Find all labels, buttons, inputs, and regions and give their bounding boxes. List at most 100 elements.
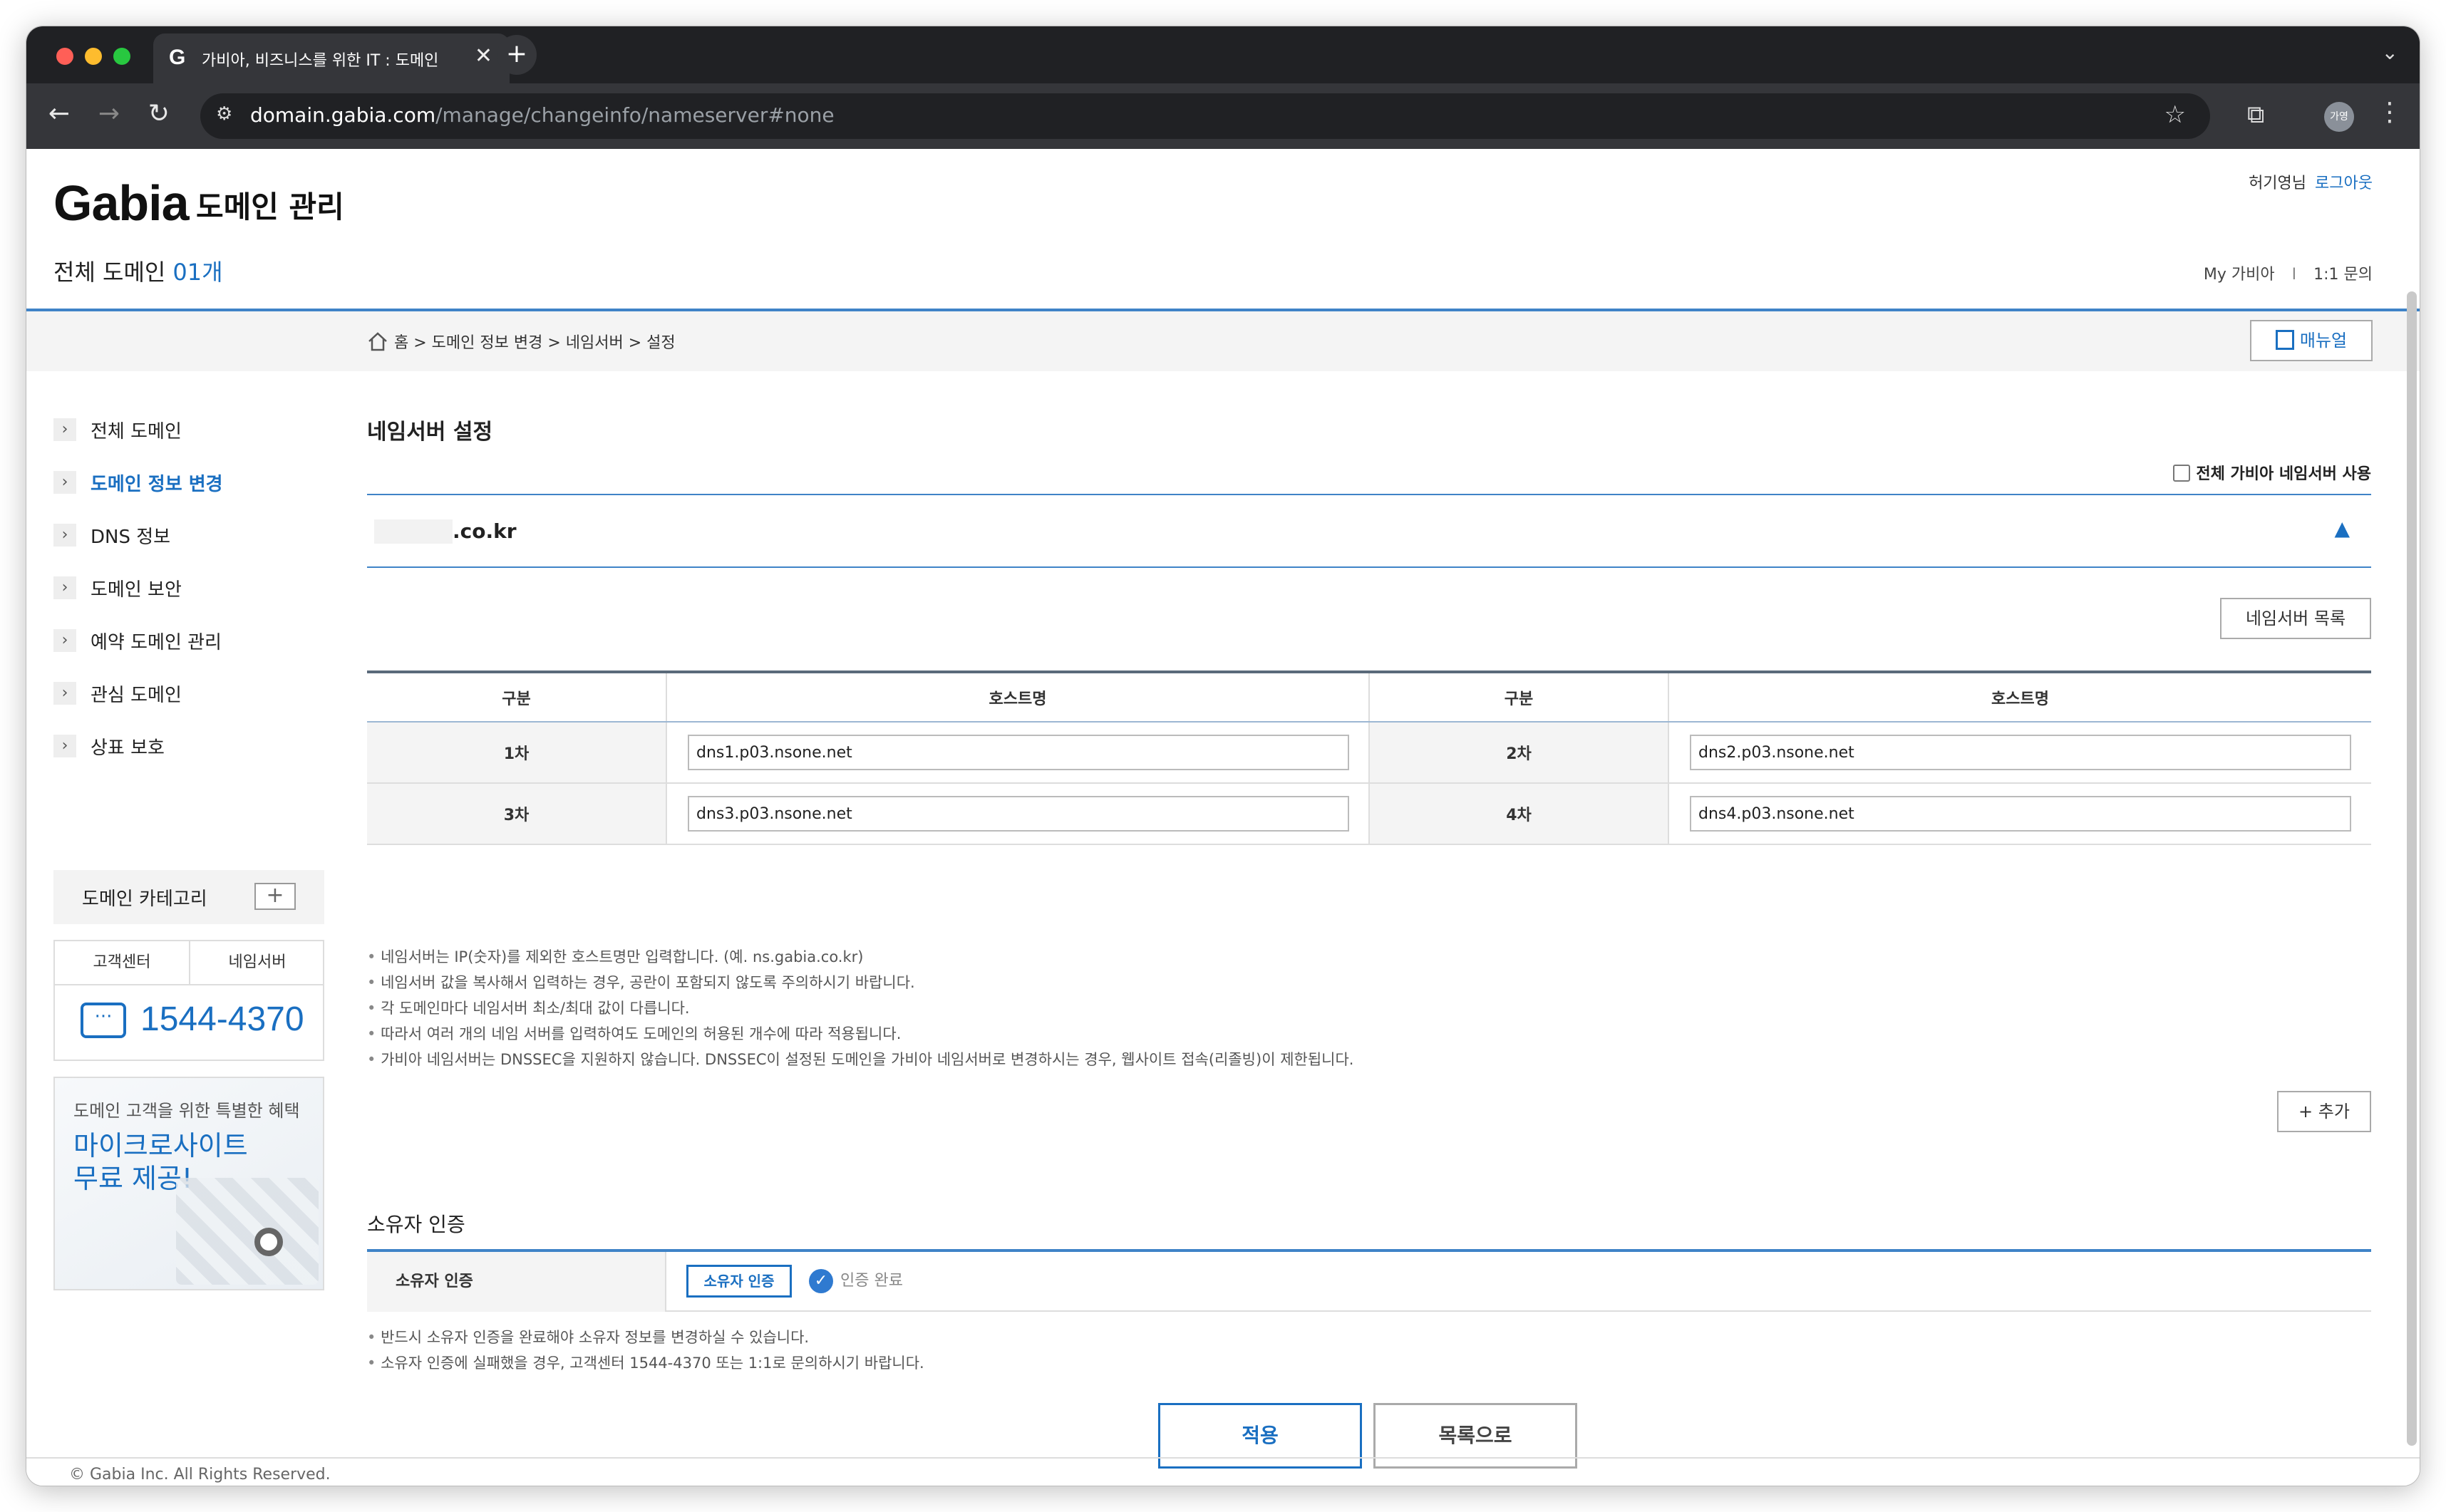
nameserver-table: 구분 호스트명 구분 호스트명 1차 2차 3차 4차 xyxy=(367,670,2371,845)
tab-search-chevron-icon[interactable]: ⌄ xyxy=(2382,41,2398,64)
forward-icon[interactable]: → xyxy=(92,99,126,128)
ns-label-3: 3차 xyxy=(367,783,667,845)
apply-button[interactable]: 적용 xyxy=(1158,1403,1362,1469)
page: Gabia 도메인 관리 허기영님 로그아웃 전체 도메인 01개 My 가비아 I 1… xyxy=(26,149,2420,1486)
profile-avatar[interactable]: 가영 xyxy=(2324,102,2354,132)
chevron-right-icon: › xyxy=(53,524,76,547)
breadcrumb-path: 홈 > 도메인 정보 변경 > 네임서버 > 설정 xyxy=(394,334,676,352)
extensions-icon[interactable]: ⧉ xyxy=(2247,100,2264,129)
ns3-input[interactable] xyxy=(688,796,1349,832)
table-header: 구분 xyxy=(1369,670,1669,723)
tab-bar: G 가비아, 비즈니스를 위한 IT : 도메인 ✕ + ⌄ xyxy=(26,26,2420,83)
ns-cell xyxy=(1668,783,2371,845)
breadcrumb: 홈 > 도메인 정보 변경 > 네임서버 > 설정 xyxy=(367,330,676,356)
collapse-triangle-icon[interactable]: ▲ xyxy=(2334,517,2350,540)
ns-label-4: 4차 xyxy=(1369,783,1669,845)
inquiry-link[interactable]: 1:1 문의 xyxy=(2313,266,2373,284)
note-item: 반드시 소유자 인증을 완료해야 소유자 정보를 변경하실 수 있습니다. xyxy=(367,1325,924,1350)
minimize-window-button[interactable] xyxy=(85,48,102,65)
manual-button-label: 매뉴얼 xyxy=(2299,331,2348,351)
sidebar-item-domain-security[interactable]: › 도메인 보안 xyxy=(53,572,324,625)
site-settings-icon[interactable]: ⚙ xyxy=(216,103,232,125)
sidebar-item-all-domains[interactable]: › 전체 도메인 xyxy=(53,414,324,467)
owner-auth-row: 소유자 인증 소유자 인증 ✓ 인증 완료 xyxy=(367,1249,2371,1312)
footer-copyright: © Gabia Inc. All Rights Reserved. xyxy=(69,1466,331,1483)
table-row: 1차 2차 xyxy=(367,722,2371,784)
tab-nameserver[interactable]: 네임서버 xyxy=(190,941,324,984)
cs-tabs: 고객센터 네임서버 xyxy=(55,941,323,985)
close-tab-icon[interactable]: ✕ xyxy=(475,43,492,68)
gabia-logo[interactable]: Gabia xyxy=(53,175,190,232)
note-item: 각 도메인마다 네임서버 최소/최대 값이 다릅니다. xyxy=(367,995,1353,1021)
ns4-input[interactable] xyxy=(1690,796,2351,832)
domain-suffix: .co.kr xyxy=(453,519,517,543)
back-icon[interactable]: ← xyxy=(42,99,76,128)
footer-divider xyxy=(26,1457,2420,1459)
all-domains-count[interactable]: 01개 xyxy=(172,259,222,286)
reload-icon[interactable]: ↻ xyxy=(142,99,176,128)
chevron-right-icon: › xyxy=(53,418,76,441)
ns-cell xyxy=(666,722,1370,784)
ns-cell xyxy=(666,783,1370,845)
domain-category-label: 도메인 카테고리 xyxy=(82,889,207,910)
page-title: 네임서버 설정 xyxy=(367,420,493,445)
page-scrollbar[interactable] xyxy=(2407,291,2417,1446)
chevron-right-icon: › xyxy=(53,735,76,757)
use-all-gabia-checkbox[interactable]: 전체 가비아 네임서버 사용 xyxy=(2173,461,2371,484)
gabia-favicon-icon: G xyxy=(169,46,186,69)
close-window-button[interactable] xyxy=(56,48,73,65)
nameserver-list-button[interactable]: 네임서버 목록 xyxy=(2220,598,2371,639)
note-item: 소유자 인증에 실패했을 경우, 고객센터 1544-4370 또는 1:1로 … xyxy=(367,1350,924,1376)
all-domains-summary: 전체 도메인 01개 xyxy=(53,254,223,287)
ns1-input[interactable] xyxy=(688,735,1349,770)
domain-row[interactable]: .co.kr ▲ xyxy=(367,494,2371,568)
chevron-right-icon: › xyxy=(53,471,76,494)
promo-caption: 도메인 고객을 위한 특별한 혜택 xyxy=(73,1101,300,1121)
zoom-window-button[interactable] xyxy=(113,48,130,65)
home-icon[interactable] xyxy=(367,331,390,356)
table-header: 구분 xyxy=(367,670,667,723)
check-circle-icon: ✓ xyxy=(809,1269,833,1293)
browser-window: G 가비아, 비즈니스를 위한 IT : 도메인 ✕ + ⌄ ← → ↻ ⚙ d… xyxy=(26,26,2420,1486)
sidebar-item-trademark[interactable]: › 상표 보호 xyxy=(53,730,324,783)
microsite-promo-banner[interactable]: 도메인 고객을 위한 특별한 혜택 마이크로사이트 무료 제공! xyxy=(53,1077,324,1290)
address-bar[interactable]: ⚙ domain.gabia.com/manage/changeinfo/nam… xyxy=(200,93,2210,139)
bookmark-star-icon[interactable]: ☆ xyxy=(2164,100,2186,129)
table-header: 호스트명 xyxy=(1668,670,2371,723)
owner-auth-label: 소유자 인증 xyxy=(367,1252,666,1312)
domain-category: 도메인 카테고리 + xyxy=(53,870,324,924)
add-category-button[interactable]: + xyxy=(254,883,296,910)
checkbox-icon[interactable] xyxy=(2173,465,2191,482)
add-nameserver-button[interactable]: + 추가 xyxy=(2277,1091,2371,1132)
manual-button[interactable]: 매뉴얼 xyxy=(2250,320,2373,361)
sidebar: › 전체 도메인 › 도메인 정보 변경 › DNS 정보 › 도메인 보안 › 예약 도… xyxy=(53,414,324,783)
ns-label-2: 2차 xyxy=(1369,722,1669,784)
url-text[interactable]: domain.gabia.com/manage/changeinfo/names… xyxy=(250,103,835,127)
browser-menu-icon[interactable]: ⋮ xyxy=(2377,98,2403,127)
redacted-domain-name xyxy=(374,519,453,544)
sidebar-item-dns-info[interactable]: › DNS 정보 xyxy=(53,519,324,572)
owner-auth-button[interactable]: 소유자 인증 xyxy=(686,1265,792,1298)
sidebar-item-domain-info-change[interactable]: › 도메인 정보 변경 xyxy=(53,467,324,519)
user-name: 허기영님 xyxy=(2249,175,2307,192)
browser-tab[interactable]: G 가비아, 비즈니스를 위한 IT : 도메인 ✕ xyxy=(153,33,510,83)
chat-bubble-icon: ··· xyxy=(81,1003,126,1038)
note-item: 따라서 여러 개의 네임 서버를 입력하여도 도메인의 허용된 개수에 따라 적… xyxy=(367,1021,1353,1047)
logout-link[interactable]: 로그아웃 xyxy=(2315,175,2373,192)
tab-customer-center[interactable]: 고객센터 xyxy=(55,941,190,984)
promo-illustration xyxy=(176,1178,319,1285)
my-gabia-link[interactable]: My 가비아 xyxy=(2204,266,2275,284)
sidebar-item-watched-domains[interactable]: › 관심 도메인 xyxy=(53,678,324,730)
breadcrumb-bar: 홈 > 도메인 정보 변경 > 네임서버 > 설정 매뉴얼 xyxy=(26,311,2420,371)
manual-doc-icon xyxy=(2275,330,2294,350)
note-item: 가비아 네임서버는 DNSSEC을 지원하지 않습니다. DNSSEC이 설정된… xyxy=(367,1047,1353,1072)
link-separator: I xyxy=(2291,266,2297,284)
ns2-input[interactable] xyxy=(1690,735,2351,770)
back-to-list-button[interactable]: 목록으로 xyxy=(1373,1403,1577,1469)
sidebar-item-reserved-domains[interactable]: › 예약 도메인 관리 xyxy=(53,625,324,678)
note-item: 네임서버는 IP(숫자)를 제외한 호스트명만 입력합니다. (예. ns.ga… xyxy=(367,944,1353,970)
top-links: My 가비아 I 1:1 문의 xyxy=(2204,262,2373,284)
new-tab-button[interactable]: + xyxy=(497,35,537,75)
owner-auth-status: ✓ 인증 완료 xyxy=(809,1268,903,1293)
user-area: 허기영님 로그아웃 xyxy=(2249,170,2373,193)
